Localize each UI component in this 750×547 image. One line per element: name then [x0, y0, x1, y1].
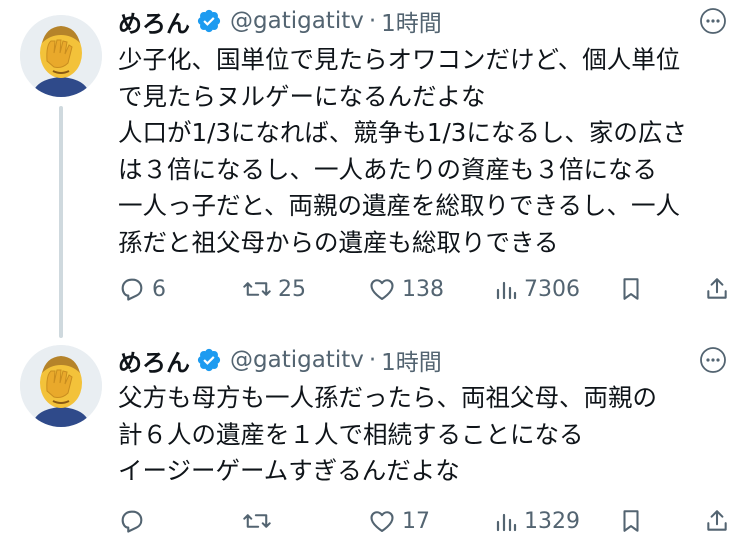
- display-name[interactable]: めろん: [118, 4, 190, 39]
- avatar[interactable]: [20, 15, 102, 97]
- more-icon[interactable]: [698, 6, 728, 36]
- bookmark-icon: [618, 275, 644, 303]
- tweet-text-line: イージーゲームすぎるんだよな: [118, 456, 460, 485]
- bookmark-button[interactable]: [618, 504, 644, 538]
- tweet-text-line: 父方も母方も一人孫だったら、両祖父母、両親の: [118, 383, 657, 412]
- verified-badge-icon: [196, 8, 222, 34]
- retweet-button[interactable]: 25: [242, 272, 306, 306]
- retweet-count: 25: [278, 276, 306, 302]
- action-bar: 17 1329: [118, 504, 730, 538]
- reply-button[interactable]: [118, 504, 152, 538]
- tweet-text-line: 孫だと祖父母からの遺産も総取りできる: [118, 227, 559, 257]
- like-count: 17: [402, 508, 430, 534]
- tweet-text-line: で見たらヌルゲーになるんだよな: [118, 81, 486, 111]
- reply-button[interactable]: 6: [118, 272, 166, 306]
- action-bar: 6 25 138 7306: [118, 272, 730, 306]
- verified-badge-icon: [196, 347, 222, 373]
- user-handle[interactable]: @gatigatitv: [230, 347, 364, 373]
- tweet-text-line: 計６人の遺産を１人で相続することになる: [118, 419, 584, 449]
- tweet-text-line: 人口が1/3になれば、競争も1/3になるし、家の広さ: [118, 118, 687, 147]
- reply-count: 6: [152, 276, 166, 302]
- bookmark-icon: [618, 507, 644, 535]
- views-count: 7306: [524, 276, 580, 302]
- heart-icon: [368, 507, 396, 535]
- tweet-header: めろん @gatigatitv · 1時間: [118, 340, 442, 380]
- tweet-header: めろん @gatigatitv · 1時間: [118, 1, 442, 41]
- retweet-icon: [242, 507, 272, 535]
- user-handle[interactable]: @gatigatitv: [230, 8, 364, 34]
- tweet-text: 少子化、国単位で見たらオワコンだけど、個人単位 で見たらヌルゲーになるんだよな …: [118, 42, 733, 261]
- tweet-text: 父方も母方も一人孫だったら、両祖父母、両親の 計６人の遺産を１人で相続することに…: [118, 380, 733, 490]
- tweet-text-line: 一人っ子だと、両親の遺産を総取りできるし、一人: [118, 191, 681, 220]
- bookmark-button[interactable]: [618, 272, 644, 306]
- reply-icon: [118, 275, 146, 303]
- like-button[interactable]: 138: [368, 272, 444, 306]
- share-icon: [704, 275, 730, 303]
- heart-icon: [368, 275, 396, 303]
- tweet-text-line: 少子化、国単位で見たらオワコンだけど、個人単位: [118, 45, 681, 74]
- retweet-button[interactable]: [242, 504, 278, 538]
- timestamp[interactable]: 1時間: [381, 343, 442, 377]
- avatar[interactable]: [20, 345, 102, 427]
- views-icon: [494, 508, 518, 534]
- views-button[interactable]: 7306: [494, 272, 580, 306]
- views-icon: [494, 276, 518, 302]
- tweet-text-line: は３倍になるし、一人あたりの資産も３倍になる: [118, 154, 657, 184]
- views-count: 1329: [524, 508, 580, 534]
- display-name[interactable]: めろん: [118, 343, 190, 378]
- views-button[interactable]: 1329: [494, 504, 580, 538]
- retweet-icon: [242, 275, 272, 303]
- like-button[interactable]: 17: [368, 504, 430, 538]
- reply-icon: [118, 507, 146, 535]
- share-icon: [704, 507, 730, 535]
- more-icon[interactable]: [698, 345, 728, 375]
- thread-line: [59, 106, 63, 338]
- timestamp[interactable]: 1時間: [381, 4, 442, 38]
- separator-dot: ·: [368, 8, 377, 34]
- like-count: 138: [402, 276, 444, 302]
- share-button[interactable]: [704, 504, 730, 538]
- separator-dot: ·: [368, 347, 377, 373]
- share-button[interactable]: [704, 272, 730, 306]
